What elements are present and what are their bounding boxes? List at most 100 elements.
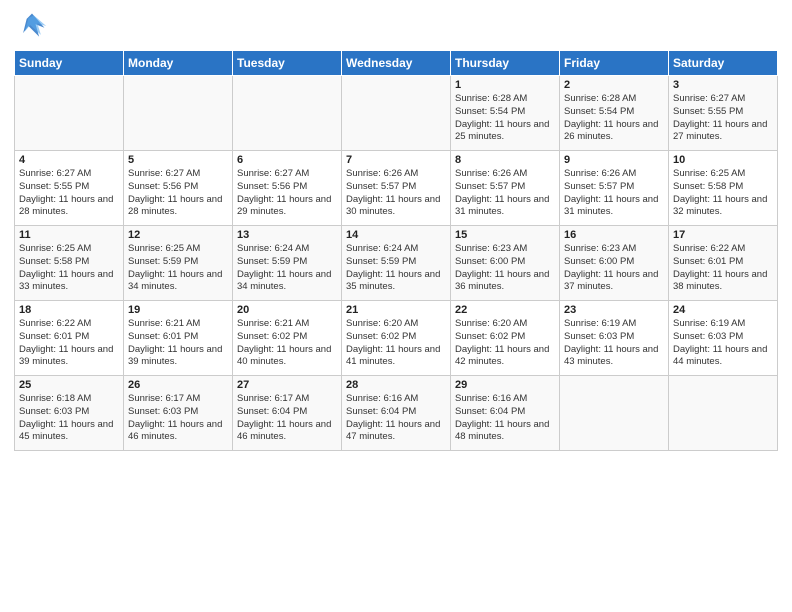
day-info: Sunrise: 6:24 AMSunset: 5:59 PMDaylight:… bbox=[346, 243, 446, 294]
day-cell: 23 Sunrise: 6:19 AMSunset: 6:03 PMDayligh… bbox=[560, 301, 669, 376]
day-cell: 17 Sunrise: 6:22 AMSunset: 6:01 PMDayligh… bbox=[669, 226, 778, 301]
col-header-saturday: Saturday bbox=[669, 51, 778, 76]
day-number: 24 bbox=[673, 304, 773, 316]
col-header-thursday: Thursday bbox=[451, 51, 560, 76]
day-number: 26 bbox=[128, 379, 228, 391]
day-cell: 19Sunrise: 6:21 AMSunset: 6:01 PMDayligh… bbox=[124, 301, 233, 376]
week-row-4: 18 Sunrise: 6:22 AMSunset: 6:01 PMDayligh… bbox=[15, 301, 778, 376]
calendar-table: SundayMondayTuesdayWednesdayThursdayFrid… bbox=[14, 50, 778, 451]
day-number: 11 bbox=[19, 229, 119, 241]
week-row-3: 11 Sunrise: 6:25 AMSunset: 5:58 PMDayligh… bbox=[15, 226, 778, 301]
day-cell bbox=[560, 376, 669, 451]
day-cell bbox=[124, 76, 233, 151]
day-info: Sunrise: 6:22 AMSunset: 6:01 PMDaylight:… bbox=[19, 318, 119, 369]
day-info: Sunrise: 6:25 AMSunset: 5:59 PMDaylight:… bbox=[128, 243, 228, 294]
day-info: Sunrise: 6:22 AMSunset: 6:01 PMDaylight:… bbox=[673, 243, 773, 294]
day-cell: 7 Sunrise: 6:26 AMSunset: 5:57 PMDaylight… bbox=[342, 151, 451, 226]
day-cell: 18 Sunrise: 6:22 AMSunset: 6:01 PMDayligh… bbox=[15, 301, 124, 376]
day-cell: 8 Sunrise: 6:26 AMSunset: 5:57 PMDaylight… bbox=[451, 151, 560, 226]
day-number: 29 bbox=[455, 379, 555, 391]
day-cell: 14Sunrise: 6:24 AMSunset: 5:59 PMDayligh… bbox=[342, 226, 451, 301]
day-info: Sunrise: 6:18 AMSunset: 6:03 PMDaylight:… bbox=[19, 393, 119, 444]
day-info: Sunrise: 6:17 AMSunset: 6:04 PMDaylight:… bbox=[237, 393, 337, 444]
day-number: 15 bbox=[455, 229, 555, 241]
day-info: Sunrise: 6:21 AMSunset: 6:01 PMDaylight:… bbox=[128, 318, 228, 369]
day-info: Sunrise: 6:23 AMSunset: 6:00 PMDaylight:… bbox=[455, 243, 555, 294]
day-info: Sunrise: 6:20 AMSunset: 6:02 PMDaylight:… bbox=[346, 318, 446, 369]
day-number: 18 bbox=[19, 304, 119, 316]
day-cell: 12Sunrise: 6:25 AMSunset: 5:59 PMDayligh… bbox=[124, 226, 233, 301]
day-cell bbox=[342, 76, 451, 151]
day-number: 5 bbox=[128, 154, 228, 166]
day-info: Sunrise: 6:28 AMSunset: 5:54 PMDaylight:… bbox=[564, 93, 664, 144]
day-number: 13 bbox=[237, 229, 337, 241]
day-cell: 2 Sunrise: 6:28 AMSunset: 5:54 PMDaylight… bbox=[560, 76, 669, 151]
day-number: 1 bbox=[455, 79, 555, 91]
day-cell bbox=[233, 76, 342, 151]
day-number: 17 bbox=[673, 229, 773, 241]
day-cell: 22Sunrise: 6:20 AMSunset: 6:02 PMDayligh… bbox=[451, 301, 560, 376]
day-info: Sunrise: 6:28 AMSunset: 5:54 PMDaylight:… bbox=[455, 93, 555, 144]
day-number: 28 bbox=[346, 379, 446, 391]
day-number: 10 bbox=[673, 154, 773, 166]
day-number: 21 bbox=[346, 304, 446, 316]
day-cell bbox=[669, 376, 778, 451]
day-info: Sunrise: 6:19 AMSunset: 6:03 PMDaylight:… bbox=[564, 318, 664, 369]
col-header-sunday: Sunday bbox=[15, 51, 124, 76]
day-cell: 28 Sunrise: 6:16 AMSunset: 6:04 PMDayligh… bbox=[342, 376, 451, 451]
day-number: 7 bbox=[346, 154, 446, 166]
day-number: 20 bbox=[237, 304, 337, 316]
day-number: 9 bbox=[564, 154, 664, 166]
page: SundayMondayTuesdayWednesdayThursdayFrid… bbox=[0, 0, 792, 612]
day-number: 8 bbox=[455, 154, 555, 166]
logo bbox=[14, 10, 48, 42]
header-row: SundayMondayTuesdayWednesdayThursdayFrid… bbox=[15, 51, 778, 76]
day-info: Sunrise: 6:26 AMSunset: 5:57 PMDaylight:… bbox=[455, 168, 555, 219]
week-row-5: 25 Sunrise: 6:18 AMSunset: 6:03 PMDayligh… bbox=[15, 376, 778, 451]
day-info: Sunrise: 6:26 AMSunset: 5:57 PMDaylight:… bbox=[346, 168, 446, 219]
day-cell: 27 Sunrise: 6:17 AMSunset: 6:04 PMDayligh… bbox=[233, 376, 342, 451]
day-info: Sunrise: 6:20 AMSunset: 6:02 PMDaylight:… bbox=[455, 318, 555, 369]
day-info: Sunrise: 6:24 AMSunset: 5:59 PMDaylight:… bbox=[237, 243, 337, 294]
day-info: Sunrise: 6:25 AMSunset: 5:58 PMDaylight:… bbox=[19, 243, 119, 294]
day-cell: 16Sunrise: 6:23 AMSunset: 6:00 PMDayligh… bbox=[560, 226, 669, 301]
day-info: Sunrise: 6:17 AMSunset: 6:03 PMDaylight:… bbox=[128, 393, 228, 444]
col-header-tuesday: Tuesday bbox=[233, 51, 342, 76]
logo-bird-icon bbox=[16, 10, 48, 42]
day-cell: 26 Sunrise: 6:17 AMSunset: 6:03 PMDayligh… bbox=[124, 376, 233, 451]
day-cell: 6Sunrise: 6:27 AMSunset: 5:56 PMDaylight… bbox=[233, 151, 342, 226]
day-info: Sunrise: 6:27 AMSunset: 5:56 PMDaylight:… bbox=[237, 168, 337, 219]
day-cell: 5 Sunrise: 6:27 AMSunset: 5:56 PMDaylight… bbox=[124, 151, 233, 226]
day-cell: 13 Sunrise: 6:24 AMSunset: 5:59 PMDayligh… bbox=[233, 226, 342, 301]
day-info: Sunrise: 6:27 AMSunset: 5:56 PMDaylight:… bbox=[128, 168, 228, 219]
col-header-wednesday: Wednesday bbox=[342, 51, 451, 76]
day-cell: 1 Sunrise: 6:28 AMSunset: 5:54 PMDaylight… bbox=[451, 76, 560, 151]
day-info: Sunrise: 6:26 AMSunset: 5:57 PMDaylight:… bbox=[564, 168, 664, 219]
day-number: 2 bbox=[564, 79, 664, 91]
week-row-1: 1 Sunrise: 6:28 AMSunset: 5:54 PMDaylight… bbox=[15, 76, 778, 151]
day-cell: 15 Sunrise: 6:23 AMSunset: 6:00 PMDayligh… bbox=[451, 226, 560, 301]
day-number: 3 bbox=[673, 79, 773, 91]
day-number: 27 bbox=[237, 379, 337, 391]
day-number: 4 bbox=[19, 154, 119, 166]
day-cell bbox=[15, 76, 124, 151]
col-header-monday: Monday bbox=[124, 51, 233, 76]
day-cell: 10 Sunrise: 6:25 AMSunset: 5:58 PMDayligh… bbox=[669, 151, 778, 226]
week-row-2: 4Sunrise: 6:27 AMSunset: 5:55 PMDaylight… bbox=[15, 151, 778, 226]
day-cell: 9 Sunrise: 6:26 AMSunset: 5:57 PMDaylight… bbox=[560, 151, 669, 226]
day-cell: 21 Sunrise: 6:20 AMSunset: 6:02 PMDayligh… bbox=[342, 301, 451, 376]
day-number: 25 bbox=[19, 379, 119, 391]
day-info: Sunrise: 6:23 AMSunset: 6:00 PMDaylight:… bbox=[564, 243, 664, 294]
header bbox=[14, 10, 778, 42]
day-info: Sunrise: 6:19 AMSunset: 6:03 PMDaylight:… bbox=[673, 318, 773, 369]
day-cell: 3 Sunrise: 6:27 AMSunset: 5:55 PMDaylight… bbox=[669, 76, 778, 151]
day-cell: 25 Sunrise: 6:18 AMSunset: 6:03 PMDayligh… bbox=[15, 376, 124, 451]
day-info: Sunrise: 6:16 AMSunset: 6:04 PMDaylight:… bbox=[346, 393, 446, 444]
day-number: 23 bbox=[564, 304, 664, 316]
day-info: Sunrise: 6:21 AMSunset: 6:02 PMDaylight:… bbox=[237, 318, 337, 369]
day-cell: 11 Sunrise: 6:25 AMSunset: 5:58 PMDayligh… bbox=[15, 226, 124, 301]
col-header-friday: Friday bbox=[560, 51, 669, 76]
day-info: Sunrise: 6:25 AMSunset: 5:58 PMDaylight:… bbox=[673, 168, 773, 219]
day-info: Sunrise: 6:27 AMSunset: 5:55 PMDaylight:… bbox=[673, 93, 773, 144]
day-info: Sunrise: 6:16 AMSunset: 6:04 PMDaylight:… bbox=[455, 393, 555, 444]
